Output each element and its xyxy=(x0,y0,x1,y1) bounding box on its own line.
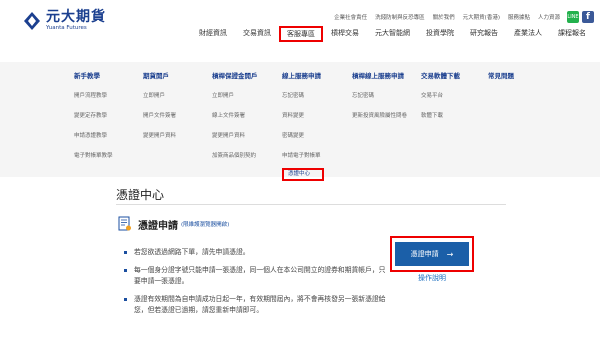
menu-heading: 新手教學 xyxy=(74,72,100,80)
menu-heading: 期貨開戶 xyxy=(143,72,169,80)
logo-text: 元大期貨 xyxy=(46,9,106,25)
menu-item[interactable]: 忘記密碼 xyxy=(282,93,324,100)
util-link-hk[interactable]: 元大期貨(香港) xyxy=(463,13,500,21)
menu-item[interactable]: 申請憑證教學 xyxy=(74,133,113,140)
menu-item[interactable]: 變更開戶資料 xyxy=(143,133,176,140)
yuanta-logo-icon xyxy=(24,11,40,30)
cert-notes: 若您欲透過網路下單，請先申請憑證。 每一個身分證字號只能申請一張憑證，同一個人在… xyxy=(124,247,389,323)
cert-subtitle: (限維護瀏覽器開啟) xyxy=(181,222,230,228)
menu-item[interactable]: 立即開戶 xyxy=(212,93,258,100)
nav-smart-net[interactable]: 元大智能網 xyxy=(367,26,418,42)
nav-research[interactable]: 研究報告 xyxy=(462,26,506,42)
list-item: 每一個身分證字號只能申請一張憑證，同一個人在本公司開立的證券和期貨帳戶，只要申請… xyxy=(124,265,389,288)
menu-col-leverage-online: 槓桿線上服務申請 忘記密碼 更新投資風險屬性問卷 xyxy=(352,70,410,120)
nav-institutional[interactable]: 產業法人 xyxy=(506,26,550,42)
menu-col-faq: 常見問題 xyxy=(488,70,514,80)
util-link-csr[interactable]: 企業社會責任 xyxy=(334,13,367,21)
menu-item[interactable]: 開戶流程教學 xyxy=(74,93,113,100)
util-link-branches[interactable]: 服務據點 xyxy=(508,13,530,21)
cert-title: 憑證申請 xyxy=(138,220,178,232)
menu-col-tutorial: 新手教學 開戶流程教學 變更定存教學 申請憑證教學 電子對帳單教學 xyxy=(74,70,113,160)
main-nav: 財經資訊 交易資訊 客服專區 槓桿交易 元大智能網 投資學院 研究報告 產業法人… xyxy=(191,26,594,42)
menu-item[interactable]: 電子對帳單教學 xyxy=(74,153,113,160)
apply-button-label: 憑證申請 xyxy=(410,250,439,258)
menu-item[interactable]: 申請電子對帳單 xyxy=(282,153,324,160)
menu-item-cert-center[interactable]: 憑證中心 xyxy=(282,168,325,181)
menu-item[interactable]: 軟體下載 xyxy=(421,113,460,120)
list-item: 若您欲透過網路下單，請先申請憑證。 xyxy=(124,247,389,259)
nav-courses[interactable]: 課程報名 xyxy=(550,26,594,42)
mega-menu: 新手教學 開戶流程教學 變更定存教學 申請憑證教學 電子對帳單教學 期貨開戶 立… xyxy=(0,62,600,181)
help-link[interactable]: 操作說明 xyxy=(418,273,446,283)
menu-item[interactable]: 交易平台 xyxy=(421,93,460,100)
menu-item[interactable]: 資料變更 xyxy=(282,113,324,120)
line-icon[interactable]: LINE xyxy=(567,11,579,23)
nav-customer-service[interactable]: 客服專區 xyxy=(279,26,323,42)
nav-finance-info[interactable]: 財經資訊 xyxy=(191,26,235,42)
menu-item[interactable]: 密碼變更 xyxy=(282,133,324,140)
menu-heading: 槓桿線上服務申請 xyxy=(352,72,404,80)
menu-item[interactable]: 變更定存教學 xyxy=(74,113,113,120)
menu-item[interactable]: 更新投資風險屬性問卷 xyxy=(352,113,410,120)
menu-heading[interactable]: 常見問題 xyxy=(488,70,514,80)
menu-col-leverage-account: 槓桿保證金開戶 立即開戶 線上文件簽署 變更開戶資料 加簽商品個別契約 xyxy=(212,70,258,160)
menu-col-futures-account: 期貨開戶 立即開戶 開戶文件簽署 變更開戶資料 xyxy=(143,70,176,140)
util-link-about[interactable]: 關於我們 xyxy=(433,13,455,21)
menu-col-software: 交易軟體下載 交易平台 軟體下載 xyxy=(421,70,460,120)
menu-heading: 槓桿保證金開戶 xyxy=(212,72,258,80)
menu-item[interactable]: 變更開戶資料 xyxy=(212,133,258,140)
apply-certificate-button[interactable]: 憑證申請 → xyxy=(395,242,469,266)
menu-col-online-service: 線上服務申請 忘記密碼 資料變更 密碼變更 申請電子對帳單 憑證中心 xyxy=(282,70,325,181)
list-item: 憑證有效期間為自申請成功日起一年，有效期間屆內，將不會再核發另一張新憑證給您，但… xyxy=(124,294,389,317)
menu-item[interactable]: 忘記密碼 xyxy=(352,93,410,100)
arrow-right-icon: → xyxy=(446,249,454,259)
util-link-hr[interactable]: 人力資源 xyxy=(538,13,560,21)
menu-heading: 交易軟體下載 xyxy=(421,72,460,80)
menu-item[interactable]: 加簽商品個別契約 xyxy=(212,153,258,160)
page-title: 憑證中心 xyxy=(116,188,165,202)
cert-section-header: 憑證申請 (限維護瀏覽器開啟) xyxy=(118,216,229,232)
logo-subtext: Yuanta Futures xyxy=(46,25,87,31)
header: 元大期貨 Yuanta Futures 企業社會責任 洗錢防制與反恐專區 關於我… xyxy=(0,0,600,60)
facebook-icon[interactable]: f xyxy=(582,11,594,23)
nav-leverage-trading[interactable]: 槓桿交易 xyxy=(323,26,367,42)
nav-trading-info[interactable]: 交易資訊 xyxy=(235,26,279,42)
menu-heading: 線上服務申請 xyxy=(282,72,321,80)
menu-item[interactable]: 立即開戶 xyxy=(143,93,176,100)
certificate-document-icon xyxy=(118,216,131,231)
nav-academy[interactable]: 投資學院 xyxy=(418,26,462,42)
logo[interactable]: 元大期貨 Yuanta Futures xyxy=(22,10,106,32)
menu-item[interactable]: 線上文件簽署 xyxy=(212,113,258,120)
menu-item[interactable]: 開戶文件簽署 xyxy=(143,113,176,120)
utility-nav: 企業社會責任 洗錢防制與反恐專區 關於我們 元大期貨(香港) 服務據點 人力資源… xyxy=(330,11,594,23)
util-link-aml[interactable]: 洗錢防制與反恐專區 xyxy=(375,13,425,21)
apply-button-highlight: 憑證申請 → xyxy=(390,236,474,272)
divider xyxy=(116,204,506,205)
